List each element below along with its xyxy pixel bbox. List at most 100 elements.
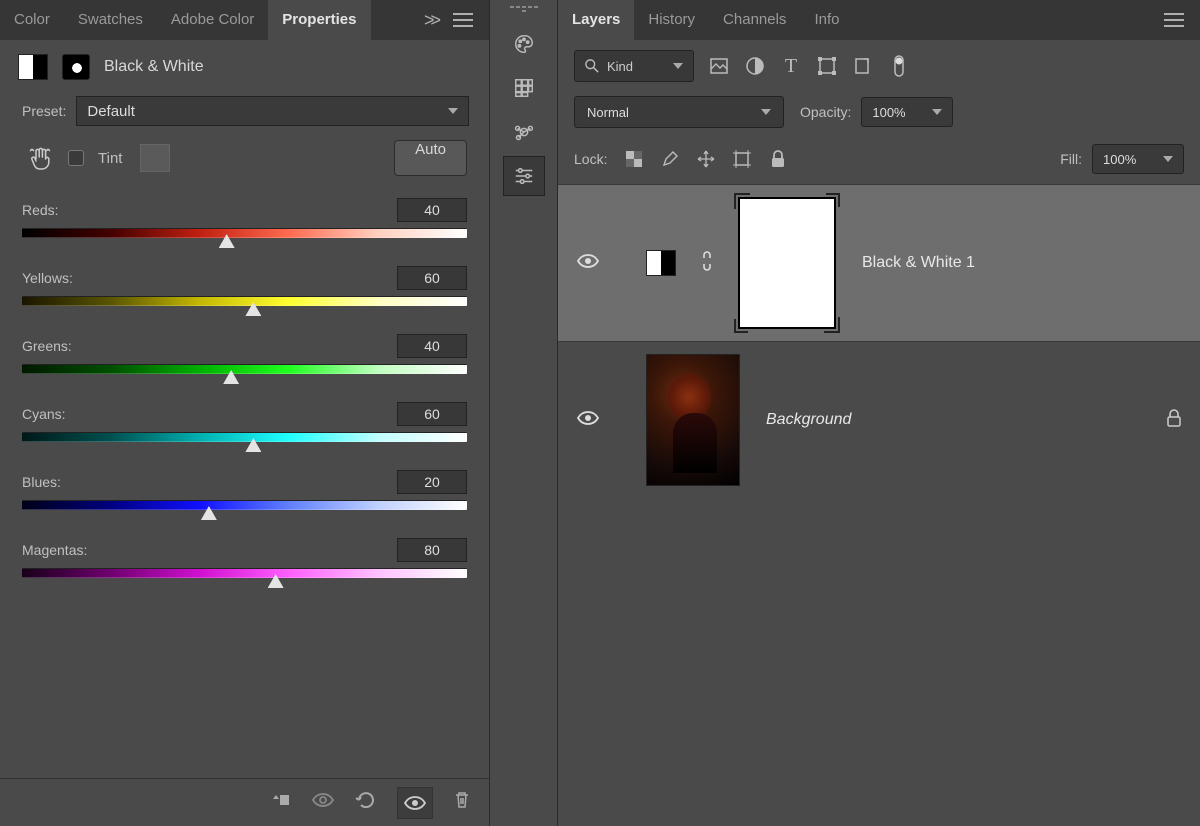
search-icon bbox=[585, 59, 599, 73]
filter-kind-label: Kind bbox=[607, 59, 633, 74]
slider-thumb[interactable] bbox=[223, 370, 239, 384]
layer-mask-thumbnail[interactable] bbox=[738, 197, 836, 329]
targeted-adjustment-icon[interactable] bbox=[26, 144, 54, 172]
tab-properties[interactable]: Properties bbox=[268, 0, 370, 40]
filter-shape-icon[interactable] bbox=[816, 56, 838, 76]
lock-icons bbox=[623, 149, 789, 169]
slider-track[interactable] bbox=[22, 568, 467, 578]
tab-adobe-color[interactable]: Adobe Color bbox=[157, 0, 268, 40]
lock-all-icon[interactable] bbox=[767, 149, 789, 169]
link-mask-icon[interactable] bbox=[700, 250, 714, 277]
chevron-down-icon bbox=[673, 63, 683, 69]
layers-panel: Layers History Channels Info Kind T Norm… bbox=[558, 0, 1200, 826]
slider-track[interactable] bbox=[22, 296, 467, 306]
fill-value: 100% bbox=[1103, 152, 1136, 167]
delete-adjustment-icon[interactable] bbox=[453, 790, 471, 815]
slider-label: Greens: bbox=[22, 338, 72, 354]
chevron-down-icon bbox=[761, 109, 771, 115]
slider-track[interactable] bbox=[22, 432, 467, 442]
tab-history[interactable]: History bbox=[634, 0, 709, 40]
chevron-down-icon bbox=[932, 109, 942, 115]
lock-transparency-icon[interactable] bbox=[623, 149, 645, 169]
adjustment-title: Black & White bbox=[104, 58, 204, 76]
right-tab-strip: Layers History Channels Info bbox=[558, 0, 1200, 40]
filter-pixel-icon[interactable] bbox=[708, 56, 730, 76]
slider-value-input[interactable]: 80 bbox=[397, 538, 467, 562]
blend-mode-select[interactable]: Normal bbox=[574, 96, 784, 128]
layer-item-background[interactable]: Background bbox=[558, 341, 1200, 498]
preset-value: Default bbox=[87, 103, 135, 120]
chevron-down-icon bbox=[448, 108, 458, 114]
view-previous-state-icon[interactable] bbox=[311, 792, 335, 813]
tab-info[interactable]: Info bbox=[800, 0, 853, 40]
slider-track[interactable] bbox=[22, 500, 467, 510]
visibility-toggle-icon[interactable] bbox=[576, 409, 600, 432]
visibility-toggle-icon[interactable] bbox=[576, 252, 600, 275]
slider-track[interactable] bbox=[22, 364, 467, 374]
slider-value-input[interactable]: 60 bbox=[397, 266, 467, 290]
slider-thumb[interactable] bbox=[245, 302, 261, 316]
layer-locked-icon[interactable] bbox=[1166, 409, 1182, 432]
properties-header: Black & White bbox=[0, 40, 489, 90]
lock-label: Lock: bbox=[574, 151, 607, 167]
color-palette-panel-icon[interactable] bbox=[503, 24, 545, 64]
lock-pixels-icon[interactable] bbox=[659, 149, 681, 169]
reset-icon[interactable] bbox=[355, 791, 377, 814]
adobe-color-panel-icon[interactable] bbox=[503, 112, 545, 152]
tint-checkbox[interactable] bbox=[68, 150, 84, 166]
tint-label: Tint bbox=[98, 150, 122, 167]
layers-footer bbox=[558, 498, 1200, 608]
layer-thumbnail[interactable] bbox=[646, 354, 740, 486]
lock-position-icon[interactable] bbox=[695, 149, 717, 169]
panel-menu-icon[interactable] bbox=[453, 13, 473, 27]
opacity-input[interactable]: 100% bbox=[861, 97, 953, 127]
tab-layers[interactable]: Layers bbox=[558, 0, 634, 40]
slider-value-input[interactable]: 40 bbox=[397, 198, 467, 222]
tab-color[interactable]: Color bbox=[0, 0, 64, 40]
layer-mask-icon[interactable] bbox=[62, 54, 90, 80]
panel-menu-icon[interactable] bbox=[1164, 13, 1184, 27]
slider-label: Cyans: bbox=[22, 406, 66, 422]
auto-button[interactable]: Auto bbox=[394, 140, 467, 176]
slider-thumb[interactable] bbox=[268, 574, 284, 588]
toggle-visibility-icon[interactable] bbox=[397, 787, 433, 819]
collapsed-panel-strip bbox=[490, 0, 558, 826]
filter-kind-select[interactable]: Kind bbox=[574, 50, 694, 82]
slider-label: Reds: bbox=[22, 202, 59, 218]
adjustment-type-icon[interactable] bbox=[18, 54, 48, 80]
layer-name[interactable]: Black & White 1 bbox=[862, 254, 975, 272]
tab-channels[interactable]: Channels bbox=[709, 0, 800, 40]
slider-label: Yellows: bbox=[22, 270, 73, 286]
adjustment-thumbnail[interactable] bbox=[646, 250, 676, 276]
swatches-panel-icon[interactable] bbox=[503, 68, 545, 108]
slider-thumb[interactable] bbox=[245, 438, 261, 452]
slider-value-input[interactable]: 40 bbox=[397, 334, 467, 358]
opacity-value: 100% bbox=[872, 105, 905, 120]
slider-value-input[interactable]: 20 bbox=[397, 470, 467, 494]
clip-to-layer-icon[interactable] bbox=[271, 791, 291, 814]
slider-value-input[interactable]: 60 bbox=[397, 402, 467, 426]
layer-item-adjustment[interactable]: Black & White 1 bbox=[558, 184, 1200, 341]
filter-toggle-switch[interactable] bbox=[888, 56, 910, 76]
tab-swatches[interactable]: Swatches bbox=[64, 0, 157, 40]
tint-color-swatch[interactable] bbox=[140, 144, 170, 172]
slider-thumb[interactable] bbox=[201, 506, 217, 520]
properties-footer bbox=[0, 778, 489, 826]
lock-artboard-icon[interactable] bbox=[731, 149, 753, 169]
slider-greens: Greens: 40 bbox=[22, 334, 467, 374]
properties-panel-icon[interactable] bbox=[503, 156, 545, 196]
slider-thumb[interactable] bbox=[219, 234, 235, 248]
fill-input[interactable]: 100% bbox=[1092, 144, 1184, 174]
slider-track[interactable] bbox=[22, 228, 467, 238]
slider-cyans: Cyans: 60 bbox=[22, 402, 467, 442]
filter-adjustment-icon[interactable] bbox=[744, 56, 766, 76]
sliders: Reds:40Yellows:60Greens:40Cyans:60Blues:… bbox=[0, 194, 489, 606]
expand-chevrons-icon[interactable]: >> bbox=[416, 10, 445, 31]
panel-grip-icon[interactable] bbox=[510, 6, 538, 12]
slider-magentas: Magentas:80 bbox=[22, 538, 467, 578]
layer-name[interactable]: Background bbox=[766, 411, 851, 429]
preset-row: Preset: Default bbox=[0, 90, 489, 138]
filter-type-icon[interactable]: T bbox=[780, 56, 802, 76]
filter-smartobject-icon[interactable] bbox=[852, 56, 874, 76]
preset-select[interactable]: Default bbox=[76, 96, 469, 126]
